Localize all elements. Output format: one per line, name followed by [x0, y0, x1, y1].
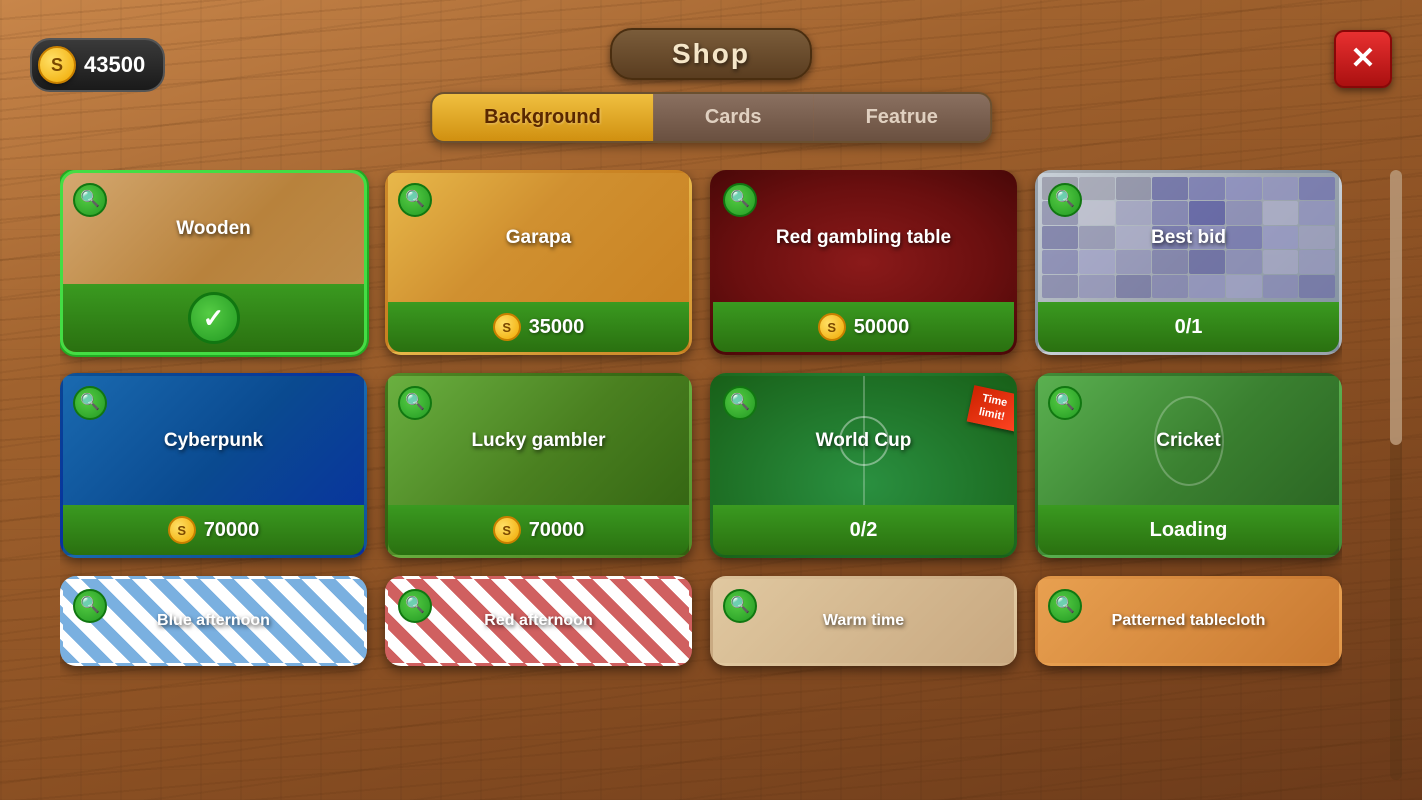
- tab-cards[interactable]: Cards: [653, 94, 814, 141]
- item-footer-lucky: S 70000: [388, 505, 689, 555]
- magnify-button-wooden[interactable]: 🔍: [73, 183, 107, 217]
- magnify-button-best-bid[interactable]: 🔍: [1048, 183, 1082, 217]
- magnify-icon-cricket: 🔍: [1055, 395, 1075, 411]
- item-name-worldcup: World Cup: [816, 430, 912, 452]
- item-counter-worldcup: 0/2: [850, 519, 878, 542]
- coin-amount: 43500: [84, 52, 145, 78]
- item-preview-blue-afternoon: 🔍 Blue afternoon: [63, 579, 364, 663]
- magnify-icon-red-gambling: 🔍: [730, 192, 750, 208]
- item-preview-wooden: 🔍 Wooden: [63, 173, 364, 284]
- item-footer-wooden: ✓: [63, 284, 364, 352]
- close-button[interactable]: ✕: [1334, 30, 1392, 88]
- check-circle-wooden: ✓: [188, 292, 240, 344]
- item-preview-warm-time: 🔍 Warm time: [713, 579, 1014, 663]
- item-wooden[interactable]: 🔍 Wooden ✓: [60, 170, 367, 355]
- item-preview-red-afternoon: 🔍 Red afternoon: [388, 579, 689, 663]
- item-lucky-gambler[interactable]: 🔍 Lucky gambler S 70000: [385, 373, 692, 558]
- item-garapa[interactable]: 🔍 Garapa S 35000: [385, 170, 692, 355]
- item-footer-red-gambling: S 50000: [713, 302, 1014, 352]
- item-preview-cricket: 🔍 Cricket: [1038, 376, 1339, 505]
- item-world-cup[interactable]: Timelimit! 🔍 World Cup 0/2: [710, 373, 1017, 558]
- item-price-red-gambling: 50000: [854, 316, 910, 339]
- shop-title-wrap: Shop: [610, 28, 812, 80]
- magnify-button-lucky[interactable]: 🔍: [398, 386, 432, 420]
- item-preview-patterned: 🔍 Patterned tablecloth: [1038, 579, 1339, 663]
- price-coin-icon-lucky: S: [493, 516, 521, 544]
- item-preview-cyberpunk: 🔍 Cyberpunk: [63, 376, 364, 505]
- item-footer-worldcup: 0/2: [713, 505, 1014, 555]
- item-best-bid[interactable]: 🔍 Best bid 0/1: [1035, 170, 1342, 355]
- item-cyberpunk[interactable]: 🔍 Cyberpunk S 70000: [60, 373, 367, 558]
- tab-background[interactable]: Background: [432, 94, 653, 141]
- item-red-gambling-table[interactable]: 🔍 Red gambling table S 50000: [710, 170, 1017, 355]
- item-warm-time[interactable]: 🔍 Warm time: [710, 576, 1017, 666]
- magnify-button-cricket[interactable]: 🔍: [1048, 386, 1082, 420]
- magnify-icon-patterned: 🔍: [1055, 598, 1075, 614]
- magnify-button-patterned[interactable]: 🔍: [1048, 589, 1082, 623]
- item-name-cyberpunk: Cyberpunk: [164, 430, 263, 452]
- magnify-icon-best-bid: 🔍: [1055, 192, 1075, 208]
- item-preview-garapa: 🔍 Garapa: [388, 173, 689, 302]
- item-price-cyberpunk: 70000: [204, 519, 260, 542]
- price-coin-icon-red-gambling: S: [818, 313, 846, 341]
- magnify-button-red-gambling[interactable]: 🔍: [723, 183, 757, 217]
- magnify-button-garapa[interactable]: 🔍: [398, 183, 432, 217]
- magnify-icon-garapa: 🔍: [405, 192, 425, 208]
- tab-featrue[interactable]: Featrue: [814, 94, 990, 141]
- item-red-afternoon[interactable]: 🔍 Red afternoon: [385, 576, 692, 666]
- item-loading-cricket: Loading: [1150, 519, 1228, 542]
- item-name-cricket: Cricket: [1156, 430, 1220, 452]
- item-footer-best-bid: 0/1: [1038, 302, 1339, 352]
- item-name-patterned: Patterned tablecloth: [1112, 612, 1266, 630]
- items-grid: 🔍 Wooden ✓ 🔍 Garapa S 35000: [60, 170, 1342, 686]
- item-preview-worldcup: 🔍 World Cup: [713, 376, 1014, 505]
- magnify-button-blue-afternoon[interactable]: 🔍: [73, 589, 107, 623]
- magnify-button-cyberpunk[interactable]: 🔍: [73, 386, 107, 420]
- item-preview-lucky: 🔍 Lucky gambler: [388, 376, 689, 505]
- item-footer-cricket: Loading: [1038, 505, 1339, 555]
- item-counter-best-bid: 0/1: [1175, 316, 1203, 339]
- item-cricket[interactable]: 🔍 Cricket Loading: [1035, 373, 1342, 558]
- price-coin-icon-garapa: S: [493, 313, 521, 341]
- magnify-button-worldcup[interactable]: 🔍: [723, 386, 757, 420]
- scrollbar-thumb[interactable]: [1390, 170, 1402, 445]
- item-price-garapa: 35000: [529, 316, 585, 339]
- item-name-best-bid: Best bid: [1151, 227, 1226, 249]
- item-preview-best-bid: 🔍 Best bid: [1038, 173, 1339, 302]
- magnify-icon-cyberpunk: 🔍: [80, 395, 100, 411]
- magnify-icon-blue-afternoon: 🔍: [80, 598, 100, 614]
- magnify-icon-worldcup: 🔍: [730, 395, 750, 411]
- coin-display: S 43500: [30, 38, 165, 92]
- item-name-warm-time: Warm time: [823, 612, 904, 630]
- item-preview-red-gambling: 🔍 Red gambling table: [713, 173, 1014, 302]
- check-icon-wooden: ✓: [203, 303, 225, 334]
- magnify-icon-red-afternoon: 🔍: [405, 598, 425, 614]
- shop-title: Shop: [672, 38, 750, 69]
- tabs-container: Background Cards Featrue: [430, 92, 992, 143]
- item-name-garapa: Garapa: [506, 227, 571, 249]
- item-name-red-gambling: Red gambling table: [776, 227, 951, 249]
- item-footer-garapa: S 35000: [388, 302, 689, 352]
- magnify-button-warm-time[interactable]: 🔍: [723, 589, 757, 623]
- item-footer-cyberpunk: S 70000: [63, 505, 364, 555]
- item-name-lucky: Lucky gambler: [471, 430, 605, 452]
- magnify-icon-wooden: 🔍: [80, 192, 100, 208]
- item-name-wooden: Wooden: [176, 218, 251, 240]
- close-icon: ✕: [1350, 44, 1375, 74]
- magnify-icon-warm-time: 🔍: [730, 598, 750, 614]
- scrollbar-track: [1390, 170, 1402, 780]
- item-patterned-tablecloth[interactable]: 🔍 Patterned tablecloth: [1035, 576, 1342, 666]
- item-name-red-afternoon: Red afternoon: [484, 612, 592, 630]
- items-grid-area: 🔍 Wooden ✓ 🔍 Garapa S 35000: [60, 170, 1342, 780]
- price-coin-icon-cyberpunk: S: [168, 516, 196, 544]
- coin-icon: S: [38, 46, 76, 84]
- magnify-icon-lucky: 🔍: [405, 395, 425, 411]
- item-name-blue-afternoon: Blue afternoon: [157, 612, 270, 630]
- magnify-button-red-afternoon[interactable]: 🔍: [398, 589, 432, 623]
- item-price-lucky: 70000: [529, 519, 585, 542]
- item-blue-afternoon[interactable]: 🔍 Blue afternoon: [60, 576, 367, 666]
